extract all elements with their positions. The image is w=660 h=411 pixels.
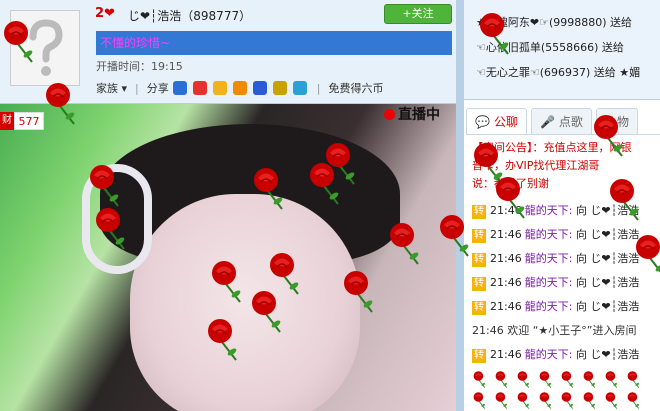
rose-icon: [516, 370, 532, 388]
question-avatar-icon: [29, 19, 63, 76]
rose-icon: [560, 370, 576, 388]
chat-message: 转 21:46 龍的天下: 向 じ❤┆浩浩: [472, 204, 640, 219]
tab-gifts[interactable]: 礼物: [595, 108, 638, 134]
chat-tabs: 💬 公聊 🎤 点歌 礼物: [466, 108, 660, 134]
chat-quote: 说：都说了别谢: [472, 177, 549, 190]
live-label: 直播中: [398, 107, 440, 123]
gift-row: ☜心依旧孤单(5558666) 送给: [476, 41, 624, 54]
chat-user[interactable]: 龍的天下:: [525, 252, 573, 265]
rose-icon: [582, 370, 598, 388]
follow-button[interactable]: +关注: [384, 4, 452, 24]
rose-icon: [582, 391, 598, 409]
anchor-tagline: 不懂的珍惜~: [96, 31, 452, 55]
chat-user[interactable]: 龍的天下:: [525, 276, 573, 289]
live-dot-icon: [384, 108, 395, 120]
room-announcement: 【房间公告】：充值点这里，网银: [472, 141, 632, 154]
divider: |: [316, 81, 321, 95]
rose-icon: [604, 370, 620, 388]
live-room: 2❤ じ❤┆浩浩（898777） +关注 不懂的珍惜~ 开播时间：19:15 家…: [0, 0, 660, 411]
avatar[interactable]: [10, 10, 80, 86]
mic-icon: 🎤: [539, 114, 555, 129]
rose-icon: [560, 391, 576, 409]
chat-user[interactable]: 龍的天下:: [525, 300, 573, 313]
tab-public-chat[interactable]: 💬 公聊: [466, 108, 527, 134]
live-indicator: 直播中: [384, 104, 440, 124]
repost-badge: 转: [472, 277, 486, 291]
free-coins-link[interactable]: 免费得六币: [328, 80, 383, 96]
panel-divider: [456, 0, 464, 411]
chat-bubble-icon: 💬: [475, 114, 490, 129]
headphone-shape: [82, 164, 152, 274]
share-paw-icon[interactable]: [252, 81, 267, 95]
chat-message: 转 21:46 龍的天下: 向 じ❤┆浩浩: [472, 276, 640, 291]
divider: |: [135, 81, 139, 95]
video-stream[interactable]: [0, 104, 456, 411]
level-badge: 2❤: [95, 6, 115, 21]
chat-user[interactable]: 龍的天下:: [525, 348, 573, 361]
repost-badge: 转: [472, 205, 486, 219]
rose-icon: [494, 391, 510, 409]
rose-icon: [516, 391, 532, 409]
gift-feed: ★龍魄阿东❤☞(9998880) 送给 ☜心依旧孤单(5558666) 送给 ☜…: [464, 0, 660, 100]
chat-message: 转 21:46 龍的天下: 向 じ❤┆浩浩: [472, 348, 640, 363]
share-renren-icon[interactable]: [172, 81, 187, 95]
chat-user[interactable]: 龍的天下:: [525, 228, 573, 241]
repost-badge: 转: [472, 229, 486, 243]
gift-row: ★龍魄阿东❤☞(9998880) 送给: [476, 16, 633, 29]
anchor-name: じ❤┆浩浩（898777）: [128, 9, 252, 23]
chat-message: 转 21:46 龍的天下: 向 じ❤┆浩浩: [472, 252, 640, 267]
share-star-icon[interactable]: [212, 81, 227, 95]
repost-badge: 转: [472, 253, 486, 267]
share-label: 分享: [146, 82, 169, 95]
rose-icon: [538, 370, 554, 388]
airtime-text: 开播时间：19:15: [96, 60, 183, 73]
rose-icon: [538, 391, 554, 409]
room-announcement-line2: 普卡，办VIP找代理江湖哥: [472, 159, 600, 172]
anchor-header: 2❤ じ❤┆浩浩（898777） +关注 不懂的珍惜~ 开播时间：19:15 家…: [0, 0, 460, 104]
chat-message: 转 21:46 龍的天下: 向 じ❤┆浩浩: [472, 228, 640, 243]
system-message: 21:46 欢迎 “★小王子°”进入房间: [472, 324, 637, 337]
rose-icon: [472, 370, 488, 388]
rose-icon: [626, 391, 642, 409]
chat-user[interactable]: 龍的天下:: [525, 204, 573, 217]
rose-icon: [604, 391, 620, 409]
wealth-badge: 财: [0, 112, 14, 130]
wealth-count: 577: [14, 112, 44, 130]
rose-icon: [494, 370, 510, 388]
rose-icon: [626, 370, 642, 388]
tab-song-request[interactable]: 🎤 点歌: [530, 108, 592, 134]
repost-badge: 转: [472, 301, 486, 315]
repost-badge: 转: [472, 349, 486, 363]
anchor-actions: 家族 ▾ | 分享 | 免费得六币: [96, 80, 383, 96]
gift-row: ☜无心之罪☜(696937) 送给 ★媚: [476, 66, 641, 79]
share-t-icon[interactable]: [232, 81, 247, 95]
video-subject-face: [130, 194, 360, 411]
share-qzone-icon[interactable]: [272, 81, 287, 95]
rose-strip: [466, 366, 660, 411]
rose-icon: [472, 391, 488, 409]
family-dropdown[interactable]: 家族 ▾: [96, 80, 127, 96]
chat-message: 转 21:46 龍的天下: 向 じ❤┆浩浩: [472, 300, 640, 315]
share-weibo-icon[interactable]: [192, 81, 207, 95]
share-p-icon[interactable]: [292, 81, 307, 95]
